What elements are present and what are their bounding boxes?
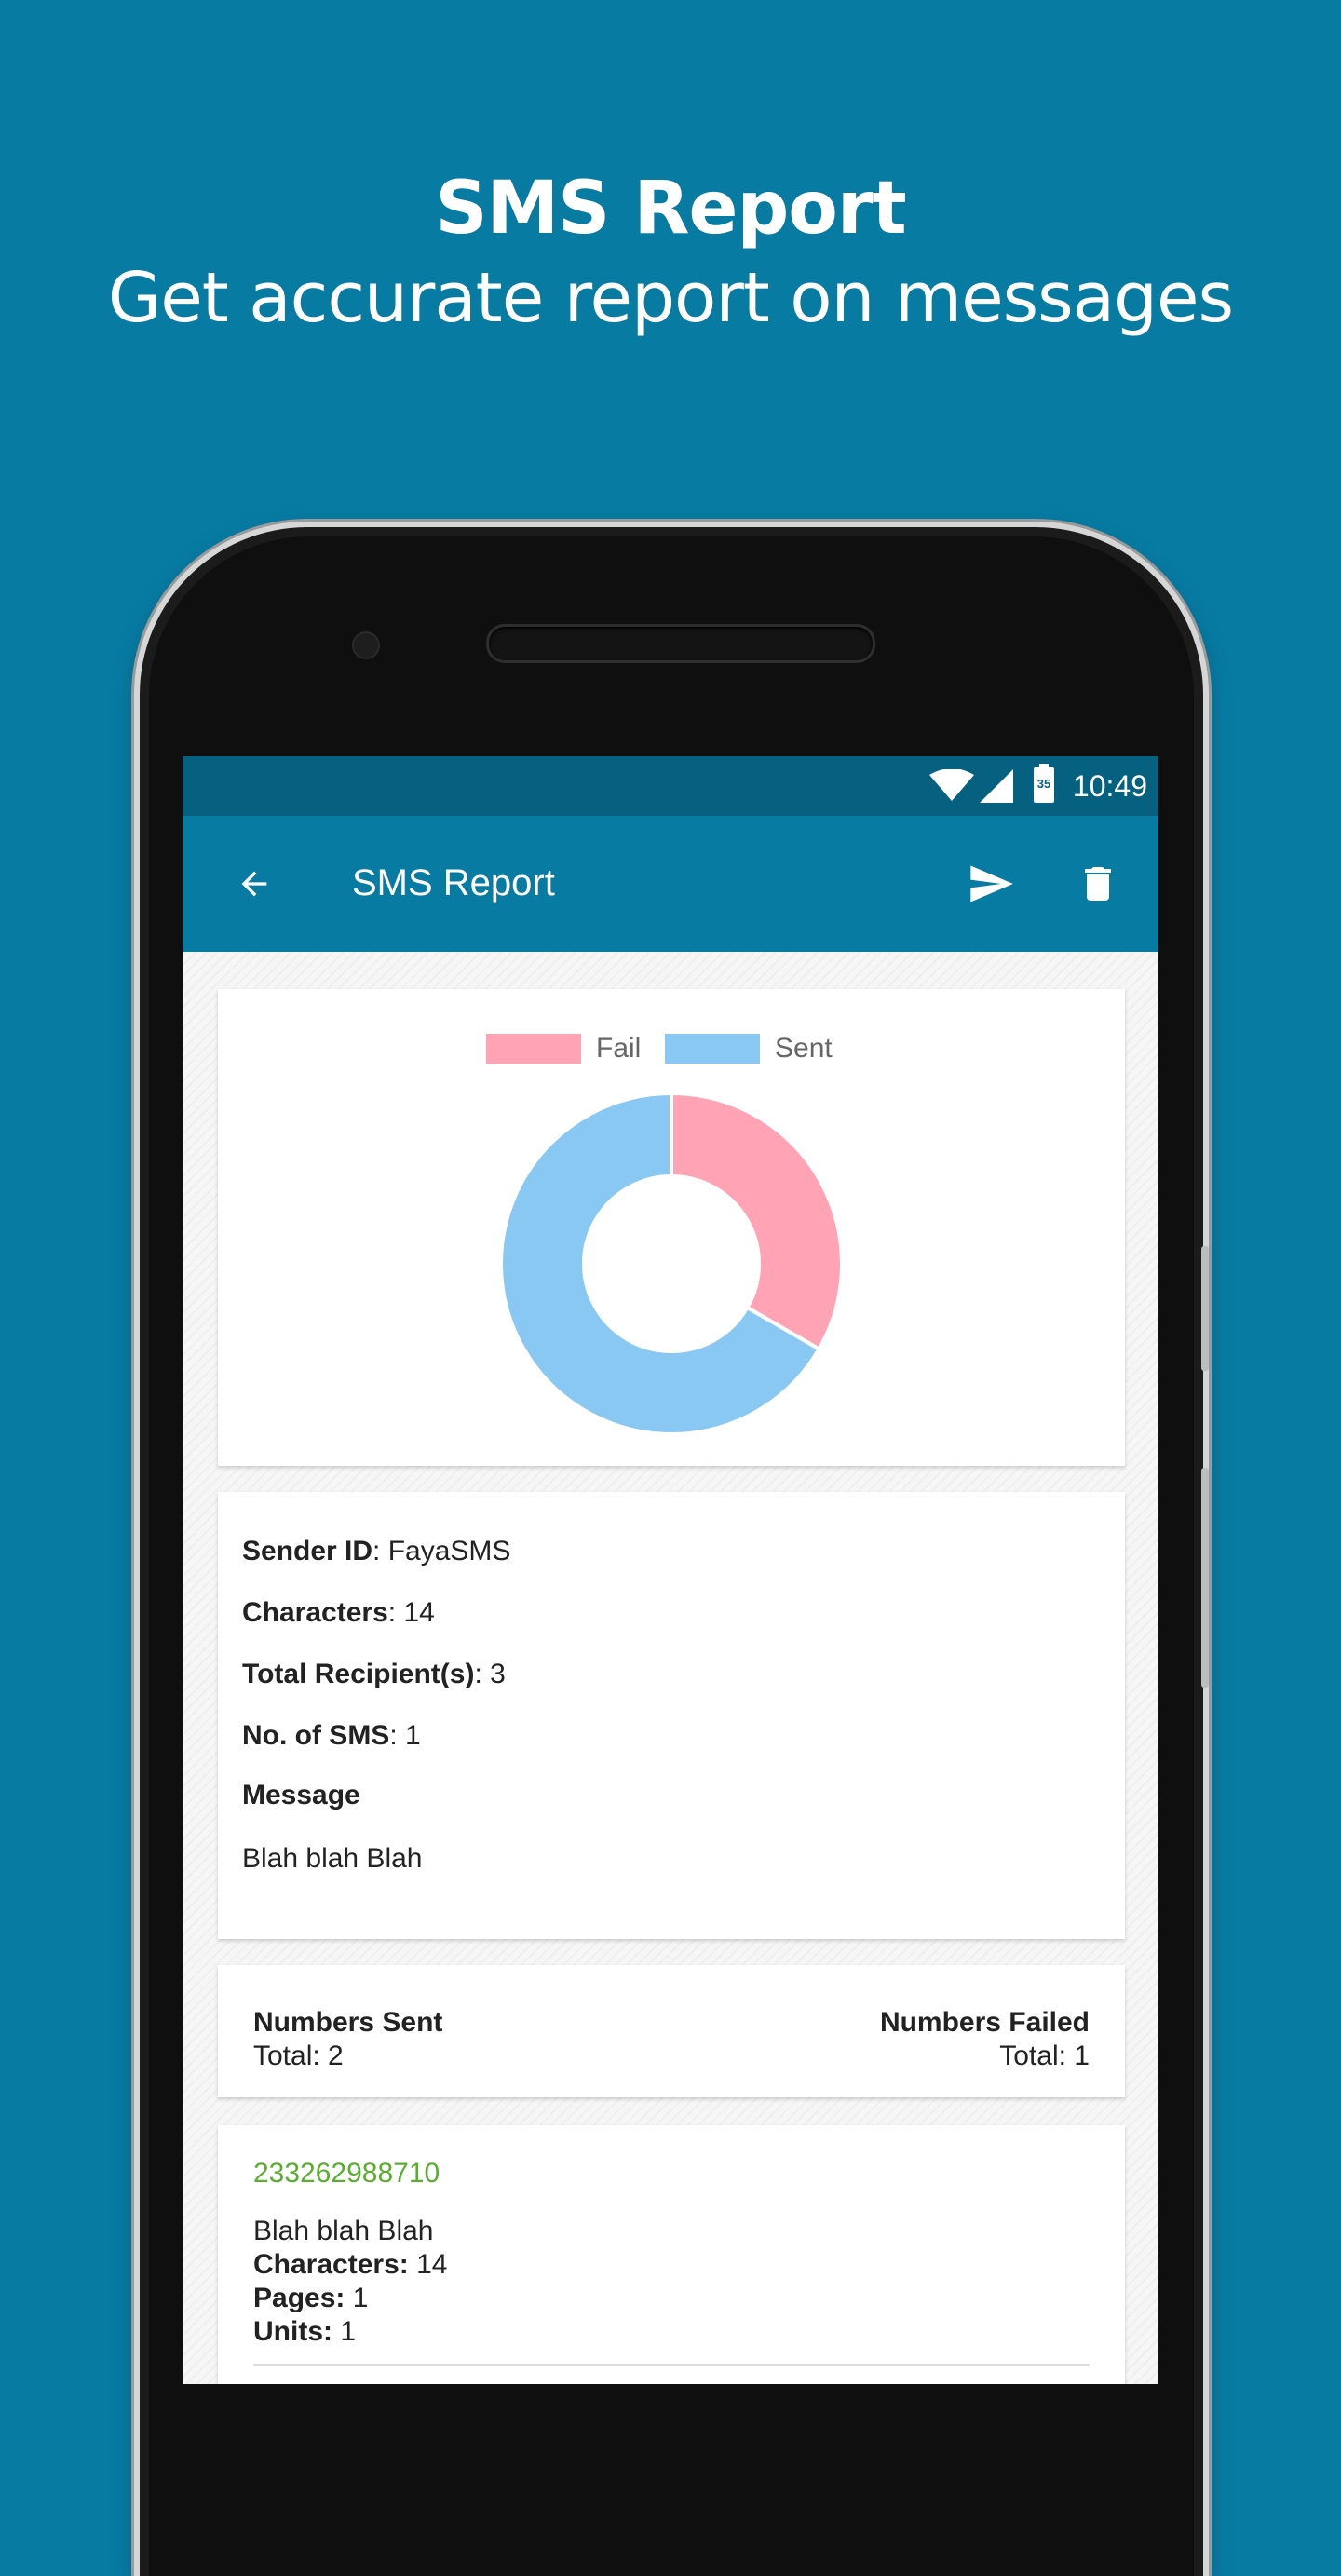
message-text: Blah blah Blah xyxy=(242,1843,423,1874)
entry-characters-label: Characters: xyxy=(253,2249,409,2280)
legend-label-sent: Sent xyxy=(775,1033,833,1064)
front-camera xyxy=(352,631,380,659)
details-card: Sender ID: FayaSMS Characters: 14 Total … xyxy=(218,1492,1125,1939)
battery-level: 35 xyxy=(1036,777,1051,791)
sender-id-value: : FayaSMS xyxy=(372,1536,511,1566)
power-button xyxy=(1201,1246,1209,1371)
entry-units-line: Units: 1 xyxy=(253,2315,356,2349)
volume-button xyxy=(1201,1468,1209,1688)
entry-pages-value: 1 xyxy=(345,2283,369,2313)
entry-divider xyxy=(253,2364,1090,2366)
characters-line: Characters: 14 xyxy=(242,1594,435,1632)
back-button[interactable] xyxy=(217,847,291,921)
entry-pages-line: Pages: 1 xyxy=(253,2282,368,2315)
numbers-failed-label: Numbers Failed xyxy=(879,2007,1090,2038)
recipient-number[interactable]: 233262988710 xyxy=(253,2157,440,2190)
recipients-line: Total Recipient(s): 3 xyxy=(242,1656,506,1693)
nosms-label: No. of SMS xyxy=(242,1720,390,1751)
app-bar-title: SMS Report xyxy=(352,862,555,903)
recipient-entry-card: 233262988710 Blah blah Blah Characters: … xyxy=(218,2125,1125,2384)
numbers-summary-card: Numbers Sent Total: 2 Numbers Failed Tot… xyxy=(218,1965,1125,2097)
recipients-value: : 3 xyxy=(474,1659,506,1689)
entry-units-label: Units: xyxy=(253,2316,332,2347)
legend-item-sent[interactable]: Sent xyxy=(665,1032,833,1065)
entry-units-value: 1 xyxy=(332,2316,357,2347)
donut-chart xyxy=(499,1091,844,1436)
earpiece-speaker xyxy=(486,624,875,663)
entry-characters-value: 14 xyxy=(408,2249,448,2280)
sender-id-line: Sender ID: FayaSMS xyxy=(242,1533,510,1570)
sender-id-label: Sender ID xyxy=(242,1536,373,1566)
numbers-failed-block[interactable]: Numbers Failed Total: 1 xyxy=(880,2006,1090,2073)
characters-value: : 14 xyxy=(387,1597,435,1628)
donut-slice-fail[interactable] xyxy=(670,1091,844,1352)
chart-legend: Fail Sent xyxy=(218,1032,1125,1069)
message-label: Message xyxy=(242,1780,360,1810)
app-screen: 35 10:49 SMS Report Fail Sent Sender ID:… xyxy=(183,756,1158,2384)
promo-title: SMS Report xyxy=(435,167,906,251)
signal-icon xyxy=(980,769,1013,803)
legend-item-fail[interactable]: Fail xyxy=(486,1032,641,1065)
numbers-failed-total: Total: 1 xyxy=(999,2040,1090,2071)
characters-label: Characters xyxy=(242,1597,388,1628)
promo-subtitle: Get accurate report on messages xyxy=(107,258,1234,338)
status-time: 10:49 xyxy=(1072,769,1147,803)
numbers-sent-total: Total: 2 xyxy=(253,2040,344,2071)
send-button[interactable] xyxy=(954,847,1028,921)
numbers-sent-block[interactable]: Numbers Sent Total: 2 xyxy=(253,2006,442,2073)
nosms-line: No. of SMS: 1 xyxy=(242,1717,421,1755)
battery-icon: 35 xyxy=(1034,764,1054,803)
status-bar: 35 10:49 xyxy=(183,756,1158,816)
delete-icon xyxy=(1085,867,1111,901)
wifi-icon xyxy=(929,769,974,801)
app-bar: SMS Report xyxy=(183,816,1158,952)
legend-label-fail: Fail xyxy=(596,1033,642,1064)
send-icon xyxy=(970,865,1013,902)
legend-swatch-fail xyxy=(486,1034,581,1064)
recipients-label: Total Recipient(s) xyxy=(242,1659,475,1689)
chart-card: Fail Sent xyxy=(218,989,1125,1466)
entry-characters-line: Characters: 14 xyxy=(253,2248,447,2282)
entry-message: Blah blah Blah xyxy=(253,2216,434,2246)
legend-swatch-sent xyxy=(665,1034,760,1064)
nosms-value: : 1 xyxy=(389,1720,421,1751)
entry-pages-label: Pages: xyxy=(253,2283,345,2313)
delete-button[interactable] xyxy=(1061,847,1135,921)
numbers-sent-label: Numbers Sent xyxy=(253,2007,443,2038)
back-arrow-icon xyxy=(241,871,267,897)
